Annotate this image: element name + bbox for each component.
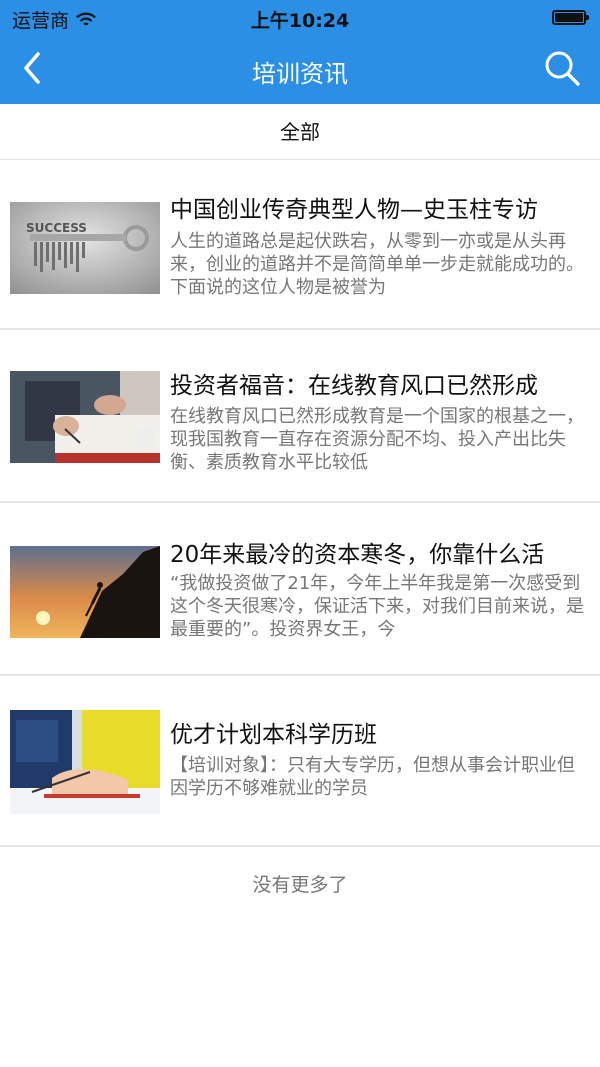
navigation-bar: 培训资讯 [0,36,600,104]
news-list-item[interactable]: 20年来最冷的资本寒冬，你靠什么活 “我做投资做了21年，今年上半年我是第一次感… [0,506,600,676]
page-title: 培训资讯 [252,60,348,88]
success-key-image: SUCCESS [10,202,160,294]
news-list-item[interactable]: 优才计划本科学历班 【培训对象】：只有大专学历，但想从事会计职业但因学历不够难就… [0,677,600,847]
news-thumbnail: SUCCESS [10,202,160,294]
news-list-item[interactable]: 投资者福音：在线教育风口已然形成 在线教育风口已然形成教育是一个国家的根基之一，… [0,333,600,503]
news-thumbnail [10,710,160,814]
student-writing-image [10,710,160,814]
news-list-item[interactable]: SUCCESS 中国创业传奇典型人物—史玉柱专访 人生的道路总是起伏跌宕，从零到… [0,160,600,330]
status-bar: 运营商 上午10:24 [0,0,600,36]
news-summary: 人生的道路总是起伏跌宕，从零到一亦或是从头再来，创业的道路并不是简简单单一步走就… [170,231,584,298]
success-image-text: SUCCESS [26,221,87,235]
status-time: 上午10:24 [250,10,350,32]
news-title: 优才计划本科学历班 [170,722,377,748]
no-more-message: 没有更多了 [252,874,348,896]
news-thumbnail [10,546,160,638]
filter-all-tab[interactable]: 全部 [0,104,600,160]
news-summary: 在线教育风口已然形成教育是一个国家的根基之一，现我国教育一直存在资源分配不均、投… [170,406,584,473]
news-title: 中国创业传奇典型人物—史玉柱专访 [170,197,538,223]
news-summary: “我做投资做了21年，今年上半年我是第一次感受到这个冬天很寒冷，保证活下来，对我… [170,573,584,640]
battery-icon [552,10,589,25]
news-title: 投资者福音：在线教育风口已然形成 [170,373,538,399]
climbing-sunset-image [10,546,160,638]
news-thumbnail [10,371,160,463]
news-title: 20年来最冷的资本寒冬，你靠什么活 [170,542,545,568]
search-button[interactable] [542,48,582,88]
app-header: 运营商 上午10:24 培训资讯 [0,0,600,104]
writing-notebook-image [10,371,160,463]
news-summary: 【培训对象】：只有大专学历，但想从事会计职业但因学历不够难就业的学员 [170,755,575,799]
